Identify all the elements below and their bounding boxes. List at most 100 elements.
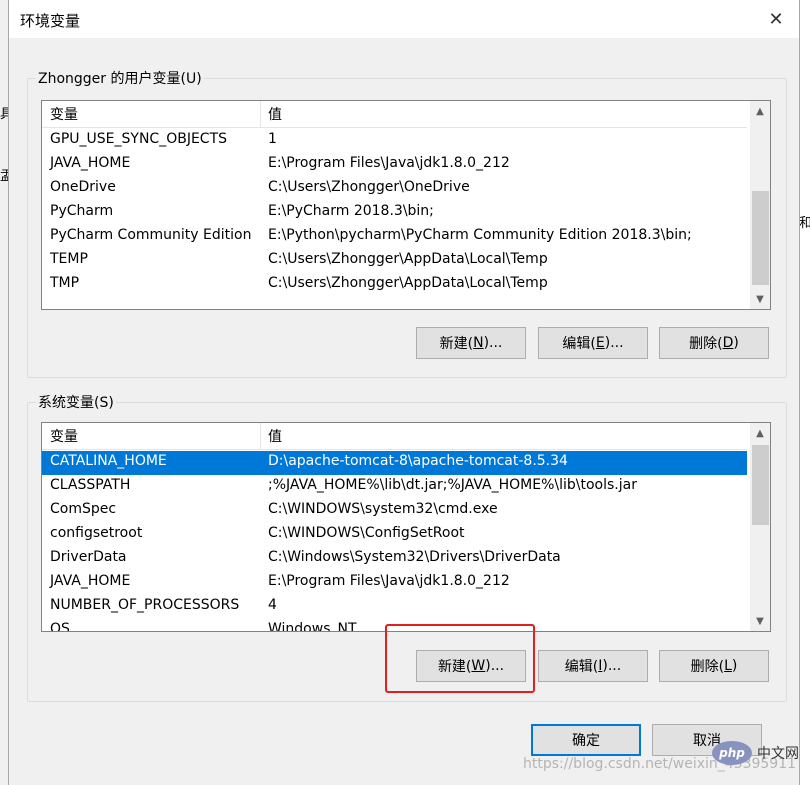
background-text: 和 [799,216,810,231]
watermark-url: https://blog.csdn.net/weixin_43395911 [523,756,797,772]
table-row[interactable]: OneDrive C:\Users\Zhongger\OneDrive [42,177,747,201]
button-label: )... [604,335,624,351]
php-logo-icon: php [712,741,752,765]
button-label: 删除( [689,336,723,352]
environment-variables-dialog: 环境变量 ✕ Zhongger 的用户变量(U) 变量 值 GPU_USE_SY… [8,0,800,785]
table-row[interactable]: NUMBER_OF_PROCESSORS 4 [42,595,747,619]
dialog-title: 环境变量 [20,12,81,30]
table-row[interactable]: CLASSPATH ;%JAVA_HOME%\lib\dt.jar;%JAVA_H… [42,475,747,499]
system-variables-rows: CATALINA_HOME D:\apache-tomcat-8\apache-t… [42,451,747,632]
button-label: 编辑( [564,659,599,675]
table-row[interactable]: GPU_USE_SYNC_OBJECTS 1 [42,129,747,153]
button-label: ) [731,658,738,674]
accelerator-key: D [722,335,734,351]
list-header: 变量 值 [42,423,747,450]
system-variables-label: 系统变量(S) [36,392,116,412]
close-button[interactable]: ✕ [753,0,799,38]
user-variables-rows: GPU_USE_SYNC_OBJECTS 1 JAVA_HOME E:\Program… [42,129,747,297]
variable-value: ;%JAVA_HOME%\lib\dt.jar;%JAVA_HOME%\lib\… [268,477,637,493]
variable-value: C:\WINDOWS\system32\cmd.exe [268,501,498,517]
variable-name: OS [50,621,70,632]
scroll-down-icon[interactable]: ▼ [750,289,770,309]
variable-value: 1 [268,131,277,147]
variable-name: TMP [50,275,80,291]
button-label: )... [485,658,505,674]
table-row[interactable]: configsetroot C:\WINDOWS\ConfigSetRoot [42,523,747,547]
table-row[interactable]: CATALINA_HOME D:\apache-tomcat-8\apache-t… [42,451,747,475]
variable-value: Windows_NT [268,621,357,632]
column-divider[interactable] [260,101,261,127]
scroll-down-icon[interactable]: ▼ [750,611,770,631]
column-header-value[interactable]: 值 [268,426,282,446]
user-edit-button[interactable]: 编辑(E)... [538,327,648,359]
column-header-variable[interactable]: 变量 [50,426,78,446]
system-edit-button[interactable]: 编辑(I)... [538,650,648,682]
variable-value: C:\WINDOWS\ConfigSetRoot [268,525,465,541]
variable-value: E:\Program Files\Java\jdk1.8.0_212 [268,573,510,589]
scroll-thumb[interactable] [752,445,769,525]
variable-name: NUMBER_OF_PROCESSORS [50,597,240,613]
watermark-site: 中文网 [757,746,799,762]
user-delete-button[interactable]: 删除(D) [659,327,769,359]
button-label: ) [733,335,739,351]
column-header-value[interactable]: 值 [268,104,282,124]
variable-value: 4 [268,597,277,613]
column-divider[interactable] [260,423,261,449]
variable-value: C:\Users\Zhongger\AppData\Local\Temp [268,275,548,291]
variable-value: C:\Users\Zhongger\AppData\Local\Temp [268,251,548,267]
variable-name: JAVA_HOME [50,573,131,589]
variable-value: E:\Python\pycharm\PyCharm Community Edit… [268,227,692,243]
variable-name: configsetroot [50,525,143,541]
button-label: )... [483,335,503,351]
variable-value: E:\PyCharm 2018.3\bin; [268,203,434,219]
variable-name: PyCharm Community Edition [50,227,252,243]
button-label: 新建( [439,336,474,352]
user-variables-label: Zhongger 的用户变量(U) [36,68,204,88]
table-row[interactable]: TEMP C:\Users\Zhongger\AppData\Local\Temp [42,249,747,273]
variable-name: CLASSPATH [50,477,131,493]
system-list-scrollbar[interactable]: ▲ ▼ [750,423,770,631]
variable-name: JAVA_HOME [50,155,131,171]
variable-value: E:\Program Files\Java\jdk1.8.0_212 [268,155,510,171]
variable-name: PyCharm [50,203,114,219]
button-label: )... [602,658,622,674]
scroll-thumb[interactable] [752,191,769,285]
variable-name: ComSpec [50,501,117,517]
variable-name: DriverData [50,549,127,565]
accelerator-key: E [595,335,605,351]
button-label: 编辑( [562,336,596,352]
button-label: 删除( [690,659,725,675]
table-row[interactable]: PyCharm Community Edition E:\Python\pycha… [42,225,747,249]
ok-button[interactable]: 确定 [531,724,641,756]
table-row[interactable]: TMP C:\Users\Zhongger\AppData\Local\Temp [42,273,747,297]
table-row[interactable]: OS Windows_NT [42,619,747,632]
accelerator-key: W [471,658,486,674]
variable-name: CATALINA_HOME [50,453,167,469]
scroll-up-icon[interactable]: ▲ [750,101,770,121]
list-header: 变量 值 [42,101,747,128]
system-variables-list[interactable]: 变量 值 CATALINA_HOME D:\apache-tomcat-8\apa… [41,422,771,632]
variable-name: GPU_USE_SYNC_OBJECTS [50,131,228,147]
variable-value: C:\Windows\System32\Drivers\DriverData [268,549,561,565]
table-row[interactable]: JAVA_HOME E:\Program Files\Java\jdk1.8.0_… [42,153,747,177]
system-new-button[interactable]: 新建(W)... [416,650,526,682]
close-icon: ✕ [768,8,784,30]
button-label: 新建( [437,659,472,675]
column-header-variable[interactable]: 变量 [50,104,78,124]
accelerator-key: N [473,335,484,351]
user-new-button[interactable]: 新建(N)... [416,327,526,359]
title-bar: 环境变量 ✕ [9,0,799,38]
accelerator-key: L [724,658,732,674]
variable-name: TEMP [50,251,88,267]
table-row[interactable]: DriverData C:\Windows\System32\Drivers\Dr… [42,547,747,571]
user-list-scrollbar[interactable]: ▲ ▼ [750,101,770,309]
system-delete-button[interactable]: 删除(L) [659,650,769,682]
user-variables-list[interactable]: 变量 值 GPU_USE_SYNC_OBJECTS 1 JAVA_HOME E:\Pr… [41,100,771,310]
variable-value: D:\apache-tomcat-8\apache-tomcat-8.5.34 [268,453,568,469]
table-row[interactable]: ComSpec C:\WINDOWS\system32\cmd.exe [42,499,747,523]
variable-name: OneDrive [50,179,116,195]
table-row[interactable]: PyCharm E:\PyCharm 2018.3\bin; [42,201,747,225]
scroll-up-icon[interactable]: ▲ [750,423,770,443]
variable-value: C:\Users\Zhongger\OneDrive [268,179,470,195]
table-row[interactable]: JAVA_HOME E:\Program Files\Java\jdk1.8.0_… [42,571,747,595]
